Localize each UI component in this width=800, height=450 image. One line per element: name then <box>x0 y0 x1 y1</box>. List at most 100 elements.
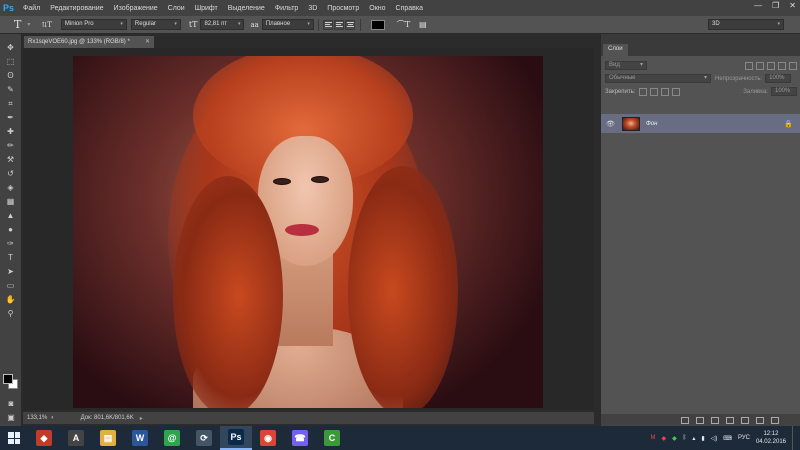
align-left-button[interactable] <box>322 19 333 30</box>
bluetooth-icon[interactable]: ᛒ <box>683 435 687 441</box>
link-layers-icon[interactable] <box>681 416 689 424</box>
menu-layers[interactable]: Слои <box>168 5 185 12</box>
text-color-swatch[interactable] <box>370 19 385 30</box>
eye-icon[interactable]: 👁 <box>606 120 616 128</box>
font-family-select[interactable]: Minion Pro ▾ <box>60 19 127 30</box>
workspace-select[interactable]: 3D ▾ <box>708 19 784 30</box>
document-image[interactable] <box>73 56 543 408</box>
lock-transparent-icon[interactable] <box>639 87 648 96</box>
zoom-level[interactable]: 133,1% <box>23 415 51 421</box>
hand-tool-icon[interactable]: ✋ <box>3 294 19 306</box>
dodge-tool-icon[interactable]: ● <box>3 224 19 236</box>
filter-shape-icon[interactable] <box>778 61 786 70</box>
delete-layer-icon[interactable] <box>771 416 779 424</box>
new-layer-icon[interactable] <box>756 416 764 424</box>
color-swatches[interactable] <box>3 374 19 390</box>
align-right-button[interactable] <box>344 19 355 30</box>
document-tab[interactable]: Rx1sqeVOE60.jpg @ 133% (RGB/8) * ✕ <box>24 36 154 48</box>
move-tool-icon[interactable]: ✥ <box>3 42 19 54</box>
close-icon[interactable]: ✕ <box>789 1 796 10</box>
taskbar-app-app-icon-2[interactable]: A <box>60 426 92 450</box>
quick-mask-icon[interactable]: ◙ <box>3 398 19 410</box>
taskbar-app-viber[interactable]: ☎ <box>284 426 316 450</box>
layer-name[interactable]: Фон <box>646 121 657 127</box>
new-group-icon[interactable] <box>741 416 749 424</box>
lock-position-icon[interactable] <box>661 87 670 96</box>
volume-icon[interactable]: ◁) <box>711 435 718 442</box>
align-center-button[interactable] <box>333 19 344 30</box>
gradient-tool-icon[interactable]: ▦ <box>3 196 19 208</box>
healing-tool-icon[interactable]: ✚ <box>3 126 19 138</box>
lasso-tool-icon[interactable]: ʘ <box>3 70 19 82</box>
eyedropper-tool-icon[interactable]: ✒ <box>3 112 19 124</box>
network-icon[interactable]: ▮ <box>701 435 704 442</box>
blend-mode-select[interactable]: Обычные ▾ <box>605 74 711 83</box>
filter-type-icon[interactable] <box>767 61 775 70</box>
close-icon[interactable]: ✕ <box>145 36 150 48</box>
tray-mail-icon[interactable]: M <box>650 435 655 441</box>
menu-filter[interactable]: Фильтр <box>275 5 299 12</box>
lock-image-icon[interactable] <box>650 87 659 96</box>
taskbar-app-app-icon-5[interactable]: @ <box>156 426 188 450</box>
pen-tool-icon[interactable]: ✑ <box>3 238 19 250</box>
taskbar-app-camtasia[interactable]: C <box>316 426 348 450</box>
filter-adjustment-icon[interactable] <box>756 61 764 70</box>
eraser-tool-icon[interactable]: ◈ <box>3 182 19 194</box>
status-menu-arrow-icon[interactable]: ▸ <box>140 415 143 422</box>
path-select-tool-icon[interactable]: ➤ <box>3 266 19 278</box>
taskbar-app-app-icon-1[interactable]: ◆ <box>28 426 60 450</box>
status-arrow-icon[interactable]: ◐ <box>51 415 55 421</box>
warp-text-icon[interactable]: ⌒T <box>397 19 410 30</box>
adjustment-layer-icon[interactable] <box>726 416 734 424</box>
screen-mode-icon[interactable]: ▣ <box>3 412 19 424</box>
menu-help[interactable]: Справка <box>396 5 423 12</box>
layer-filter-select[interactable]: Вид ▾ <box>605 61 647 70</box>
type-tool-icon[interactable]: T <box>3 252 19 264</box>
dropdown-arrow-icon[interactable]: ▾ <box>27 21 30 28</box>
menu-image[interactable]: Изображение <box>114 5 158 12</box>
menu-view[interactable]: Просмотр <box>327 5 359 12</box>
menu-type[interactable]: Шрифт <box>195 5 218 12</box>
opacity-input[interactable]: 100% <box>765 74 792 83</box>
tab-layers[interactable]: Слои <box>603 44 628 56</box>
lock-all-icon[interactable] <box>672 87 681 96</box>
show-desktop-button[interactable] <box>792 426 796 450</box>
menu-file[interactable]: Файл <box>23 5 40 12</box>
layer-mask-icon[interactable] <box>711 416 719 424</box>
brush-tool-icon[interactable]: ✏ <box>3 140 19 152</box>
shape-tool-icon[interactable]: ▭ <box>3 280 19 292</box>
clock[interactable]: 12:12 04.02.2016 <box>756 430 786 446</box>
menu-edit[interactable]: Редактирование <box>50 5 103 12</box>
font-style-select[interactable]: Regular ▾ <box>130 19 181 30</box>
filter-pixel-icon[interactable] <box>745 61 753 70</box>
quick-select-tool-icon[interactable]: ✎ <box>3 84 19 96</box>
keyboard-icon[interactable]: ⌨ <box>723 435 732 442</box>
crop-tool-icon[interactable]: ⌗ <box>3 98 19 110</box>
taskbar-app-app-icon-6[interactable]: ⟳ <box>188 426 220 450</box>
antialias-select[interactable]: Плавное ▾ <box>261 19 314 30</box>
language-indicator[interactable]: РУС <box>738 435 750 441</box>
layer-row[interactable]: 👁 Фон 🔒 <box>601 114 800 133</box>
blur-tool-icon[interactable]: ▲ <box>3 210 19 222</box>
lock-icon[interactable]: 🔒 <box>784 120 793 128</box>
tray-app-icon[interactable]: ◆ <box>661 435 666 442</box>
taskbar-app-photoshop[interactable]: Ps <box>220 426 252 450</box>
font-size-select[interactable]: 82,81 пт ▾ <box>200 19 245 30</box>
text-orientation-icon[interactable]: ⇅T <box>41 21 52 29</box>
marquee-tool-icon[interactable]: ⬚ <box>3 56 19 68</box>
fill-input[interactable]: 100% <box>771 87 797 96</box>
minimize-icon[interactable]: — <box>754 1 762 10</box>
foreground-color-swatch[interactable] <box>3 374 13 384</box>
tray-app-icon[interactable]: ◆ <box>672 435 677 442</box>
taskbar-app-word[interactable]: W <box>124 426 156 450</box>
history-brush-tool-icon[interactable]: ↺ <box>3 168 19 180</box>
menu-window[interactable]: Окно <box>369 5 385 12</box>
taskbar-app-file-explorer[interactable]: ▤ <box>92 426 124 450</box>
type-tool-preset-icon[interactable]: T <box>14 18 21 31</box>
start-button[interactable] <box>0 426 28 450</box>
canvas-area[interactable] <box>23 48 594 410</box>
zoom-tool-icon[interactable]: ⚲ <box>3 308 19 320</box>
layer-style-icon[interactable] <box>696 416 704 424</box>
clone-tool-icon[interactable]: ⚒ <box>3 154 19 166</box>
menu-select[interactable]: Выделение <box>228 5 265 12</box>
